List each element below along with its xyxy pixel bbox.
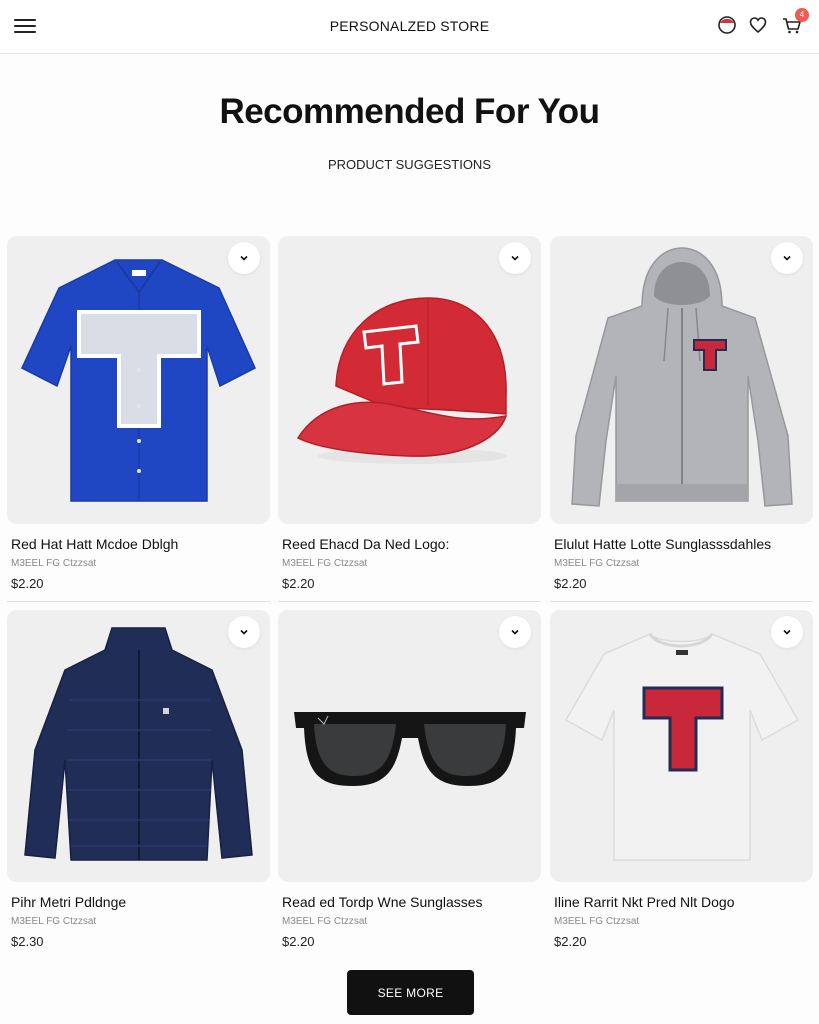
product-card[interactable]: Reed Ehacd Da Ned Logo: M3EEL FG Ctzzsat… [278, 236, 541, 602]
product-meta: M3EEL FG Ctzzsat [554, 916, 640, 927]
product-meta: M3EEL FG Ctzzsat [11, 916, 97, 927]
divider [7, 601, 270, 602]
chevron-down-icon[interactable] [499, 242, 531, 274]
profile-icon[interactable] [716, 14, 738, 36]
divider [278, 601, 541, 602]
product-name[interactable]: Read ed Tordp Wne Sunglasses [282, 894, 541, 910]
product-name[interactable]: Red Hat Hatt Mcdoe Dblgh [11, 536, 270, 552]
page-title: Recommended For You [219, 92, 600, 131]
product-image-navy-jacket[interactable] [7, 610, 270, 882]
product-image-white-tshirt[interactable] [550, 610, 813, 882]
store-name: PERSONALZED STORE [329, 18, 490, 34]
product-price: $2.30 [11, 934, 44, 949]
product-card[interactable]: Red Hat Hatt Mcdoe Dblgh M3EEL FG Ctzzsa… [7, 236, 270, 602]
chevron-down-icon[interactable] [228, 242, 260, 274]
page-subtitle: PRODUCT SUGGESTIONS [327, 157, 491, 172]
product-name[interactable]: Pihr Metri Pdldnge [11, 894, 270, 910]
product-image-red-cap[interactable] [278, 236, 541, 524]
product-image-sunglasses[interactable] [278, 610, 541, 882]
product-name[interactable]: Reed Ehacd Da Ned Logo: [282, 536, 541, 552]
product-name[interactable]: Elulut Hatte Lotte Sunglasssdahles [554, 536, 813, 552]
product-price: $2.20 [554, 934, 587, 949]
product-card[interactable]: Iline Rarrit Nkt Pred Nlt Dogo M3EEL FG … [550, 610, 813, 949]
product-price: $2.20 [11, 576, 44, 591]
product-price: $2.20 [282, 934, 315, 949]
chevron-down-icon[interactable] [771, 616, 803, 648]
product-image-blue-shirt[interactable] [7, 236, 270, 524]
product-price: $2.20 [554, 576, 587, 591]
product-card[interactable]: Elulut Hatte Lotte Sunglasssdahles M3EEL… [550, 236, 813, 602]
top-header: PERSONALZED STORE 4 [0, 0, 819, 54]
product-meta: M3EEL FG Ctzzsat [554, 558, 640, 569]
product-image-grey-hoodie[interactable] [550, 236, 813, 524]
product-price: $2.20 [282, 576, 315, 591]
see-more-button[interactable]: SEE MORE [347, 970, 474, 1015]
heart-icon[interactable] [747, 14, 769, 36]
chevron-down-icon[interactable] [228, 616, 260, 648]
cart-icon[interactable]: 4 [781, 8, 809, 36]
cart-badge: 4 [795, 8, 809, 22]
chevron-down-icon[interactable] [499, 616, 531, 648]
product-meta: M3EEL FG Ctzzsat [282, 558, 368, 569]
product-name[interactable]: Iline Rarrit Nkt Pred Nlt Dogo [554, 894, 813, 910]
product-card[interactable]: Read ed Tordp Wne Sunglasses M3EEL FG Ct… [278, 610, 541, 949]
divider [550, 601, 813, 602]
product-meta: M3EEL FG Ctzzsat [282, 916, 368, 927]
product-meta: M3EEL FG Ctzzsat [11, 558, 97, 569]
chevron-down-icon[interactable] [771, 242, 803, 274]
product-card[interactable]: Pihr Metri Pdldnge M3EEL FG Ctzzsat $2.3… [7, 610, 270, 949]
